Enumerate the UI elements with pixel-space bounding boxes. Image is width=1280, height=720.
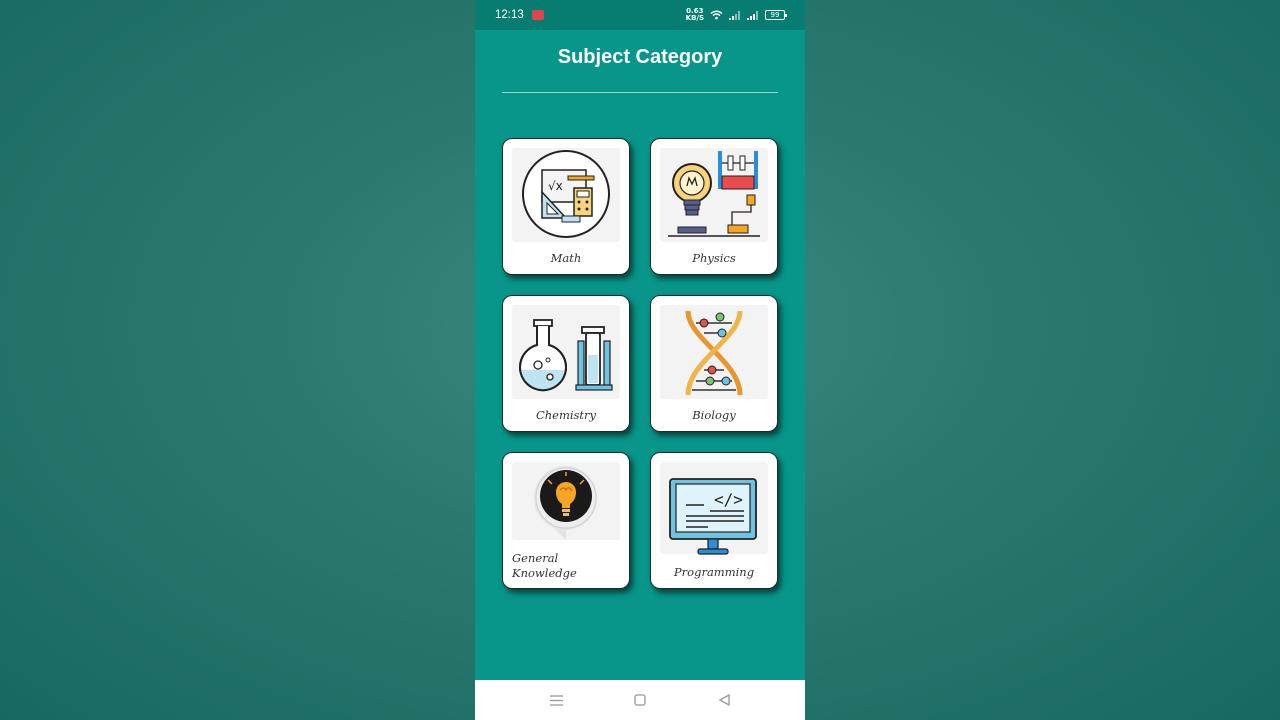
category-label: Biology xyxy=(692,408,736,422)
code-monitor-icon: </> xyxy=(660,462,768,555)
status-icons: 0.63 KB/S 99 xyxy=(686,8,787,22)
network-speed-unit: KB/S xyxy=(685,14,704,22)
phone-screen: 12:13 0.63 KB/S 99 Subject Category √x M… xyxy=(475,0,805,720)
category-card-physics[interactable]: Physics xyxy=(650,138,778,275)
notification-icon xyxy=(531,10,544,20)
category-label: Chemistry xyxy=(535,408,597,422)
category-label: General Knowledge xyxy=(512,551,577,580)
battery-icon: 99 xyxy=(765,10,787,20)
page-title: Subject Category xyxy=(557,46,723,68)
physics-icon xyxy=(660,148,768,242)
back-icon[interactable] xyxy=(717,693,731,707)
network-speed: 0.63 KB/S xyxy=(686,8,704,22)
title-divider xyxy=(502,92,778,93)
svg-text:√x: √x xyxy=(548,179,563,193)
home-icon[interactable] xyxy=(633,693,647,707)
menu-icon[interactable] xyxy=(549,693,563,707)
chemistry-icon xyxy=(512,305,620,399)
system-nav-bar xyxy=(475,680,805,720)
math-icon: √x xyxy=(512,148,620,242)
category-card-general-knowledge[interactable]: General Knowledge xyxy=(502,452,630,589)
category-card-biology[interactable]: Biology xyxy=(650,295,778,432)
category-label: Programming xyxy=(673,565,755,579)
biology-icon xyxy=(660,305,768,399)
brain-bulb-icon xyxy=(512,462,620,540)
category-card-programming[interactable]: </> Programming xyxy=(650,452,778,589)
status-bar: 12:13 0.63 KB/S 99 xyxy=(475,0,805,30)
category-label: Math xyxy=(550,251,582,265)
signal-icon-2 xyxy=(747,10,758,20)
svg-text:</>: </> xyxy=(714,490,743,509)
signal-icon xyxy=(729,10,740,20)
wifi-icon xyxy=(710,10,723,20)
category-card-chemistry[interactable]: Chemistry xyxy=(502,295,630,432)
status-time: 12:13 xyxy=(495,9,524,21)
category-card-math[interactable]: √x Math xyxy=(502,138,630,275)
category-label: Physics xyxy=(692,251,736,265)
